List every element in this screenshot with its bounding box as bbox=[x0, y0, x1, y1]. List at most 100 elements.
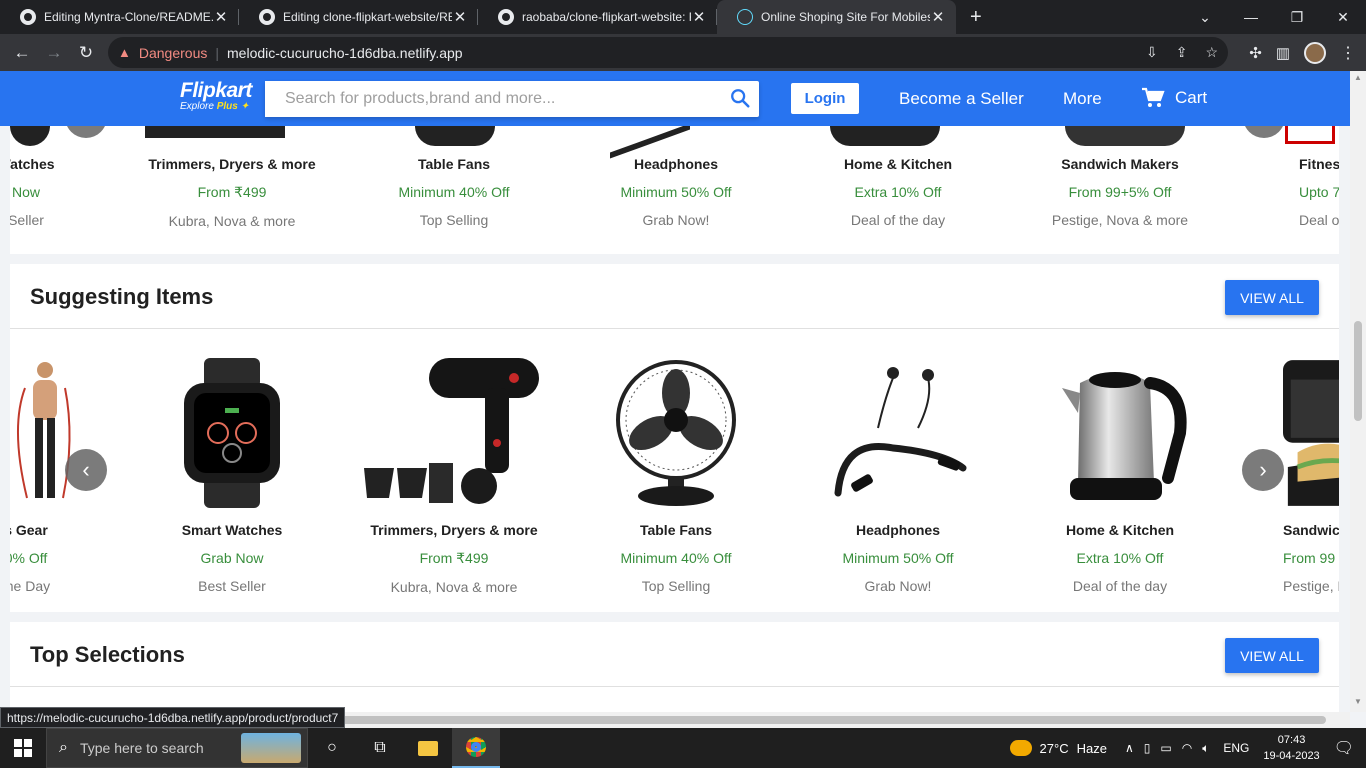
new-tab-button[interactable]: + bbox=[970, 6, 990, 29]
security-label[interactable]: Dangerous bbox=[139, 45, 208, 61]
product-name: Home & Kitchen bbox=[1065, 522, 1175, 538]
cortana-icon[interactable]: ○ bbox=[308, 728, 356, 768]
device-icon[interactable]: ▯ bbox=[1144, 741, 1151, 755]
product-image[interactable] bbox=[145, 126, 285, 138]
view-all-button[interactable]: VIEW ALL bbox=[1225, 280, 1319, 315]
back-button[interactable]: ← bbox=[6, 43, 38, 63]
search-input[interactable] bbox=[265, 81, 705, 117]
clock[interactable]: 07:43 19-04-2023 bbox=[1263, 732, 1319, 764]
product-card[interactable]: Table Fans Minimum 40% Off Top Selling bbox=[565, 348, 787, 594]
warning-icon[interactable]: ▲ bbox=[118, 45, 131, 60]
close-tab-icon[interactable]: ✕ bbox=[930, 8, 946, 26]
chrome-icon[interactable] bbox=[452, 728, 500, 768]
scroll-down-arrow-icon[interactable]: ▼ bbox=[1354, 697, 1362, 706]
product-offer: Extra 10% Off bbox=[1076, 550, 1164, 566]
product-image[interactable] bbox=[1283, 348, 1339, 508]
product-brand: Pestige, N bbox=[1283, 578, 1339, 594]
chevron-up-icon[interactable]: ∧ bbox=[1125, 741, 1134, 755]
vertical-scrollbar[interactable]: ▲ ▼ bbox=[1350, 71, 1366, 712]
tab-search-icon[interactable]: ⌄ bbox=[1182, 0, 1228, 34]
install-icon[interactable]: ⇩ bbox=[1146, 44, 1158, 61]
close-tab-icon[interactable]: ✕ bbox=[452, 8, 468, 26]
minimize-button[interactable]: — bbox=[1228, 0, 1274, 34]
close-tab-icon[interactable]: ✕ bbox=[691, 8, 707, 26]
volume-icon[interactable]: 🔈︎ bbox=[1202, 741, 1209, 756]
browser-tab-active[interactable]: Online Shoping Site For Mobiles, ✕ bbox=[717, 0, 956, 34]
browser-tab[interactable]: raobaba/clone-flipkart-website: F ✕ bbox=[478, 0, 717, 34]
search-icon[interactable] bbox=[729, 87, 751, 109]
table-fan-image bbox=[616, 360, 736, 506]
taskbar-search[interactable]: ⌕ Type here to search bbox=[46, 728, 308, 768]
file-explorer-icon[interactable] bbox=[404, 728, 452, 768]
more-menu[interactable]: More bbox=[1063, 89, 1102, 109]
product-offer: Minimum 50% Off bbox=[842, 550, 954, 566]
weather-widget[interactable]: 27°C Haze bbox=[1009, 740, 1107, 756]
product-name: Headphones bbox=[855, 522, 940, 538]
product-card[interactable]: Headphones Minimum 50% Off Grab Now! bbox=[787, 348, 1009, 594]
product-image[interactable] bbox=[121, 348, 343, 508]
product-image[interactable] bbox=[787, 348, 1009, 508]
side-panel-icon[interactable]: ▥ bbox=[1276, 44, 1290, 62]
battery-icon[interactable]: ▭ bbox=[1160, 741, 1171, 755]
carousel-prev-button[interactable]: ‹ bbox=[65, 449, 107, 491]
product-card[interactable]: Sandwich Makers From 99+5% Off Pestige, … bbox=[1009, 156, 1231, 228]
flipkart-logo[interactable]: Flipkart Explore Plus ✦ bbox=[180, 79, 252, 112]
product-card[interactable]: Watches Now Seller bbox=[10, 156, 137, 228]
bookmark-star-icon[interactable]: ☆ bbox=[1205, 44, 1218, 61]
product-image[interactable] bbox=[830, 126, 940, 146]
forward-button[interactable]: → bbox=[38, 43, 70, 63]
browser-tab[interactable]: Editing clone-flipkart-website/RE ✕ bbox=[239, 0, 478, 34]
product-card[interactable]: Home & Kitchen Extra 10% Off Deal of the… bbox=[787, 156, 1009, 228]
product-card[interactable]: Table Fans Minimum 40% Off Top Selling bbox=[343, 156, 565, 228]
product-image[interactable] bbox=[1065, 126, 1185, 146]
product-image[interactable] bbox=[343, 348, 565, 508]
product-name: Trimmers, Dryers & more bbox=[148, 156, 316, 172]
windows-start-button[interactable] bbox=[0, 728, 46, 768]
tab-title: Editing clone-flipkart-website/RE bbox=[283, 10, 452, 24]
page-viewport: Flipkart Explore Plus ✦ Login Become a S… bbox=[0, 71, 1350, 712]
menu-kebab-icon[interactable]: ⋮ bbox=[1340, 43, 1356, 63]
profile-avatar[interactable] bbox=[1304, 41, 1326, 64]
clock-date: 19-04-2023 bbox=[1263, 750, 1320, 762]
browser-tab[interactable]: Editing Myntra-Clone/README.m ✕ bbox=[0, 0, 239, 34]
product-card[interactable]: Fitnes Upto 7 Deal of bbox=[1231, 156, 1339, 228]
product-name: Table Fans bbox=[417, 156, 491, 172]
product-image[interactable] bbox=[415, 126, 495, 146]
reload-button[interactable]: ↻ bbox=[70, 43, 102, 63]
product-offer: From ₹499 bbox=[197, 184, 267, 200]
product-card[interactable]: Trimmers, Dryers & more From ₹499 Kubra,… bbox=[121, 156, 343, 229]
carousel-next-button[interactable]: › bbox=[1242, 449, 1284, 491]
section-title: Suggesting Items bbox=[30, 284, 214, 309]
wifi-icon[interactable]: ◠ bbox=[1182, 741, 1192, 755]
address-bar[interactable]: ▲ Dangerous | melodic-cucurucho-1d6dba.n… bbox=[108, 37, 1228, 68]
plus-star-icon: ✦ bbox=[240, 101, 249, 112]
product-card[interactable]: Home & Kitchen Extra 10% Off Deal of the… bbox=[1009, 348, 1231, 594]
extensions-icon[interactable]: ✣ bbox=[1249, 44, 1262, 62]
headphones-image bbox=[834, 367, 967, 497]
product-image[interactable] bbox=[565, 348, 787, 508]
login-button[interactable]: Login bbox=[791, 83, 859, 114]
product-image[interactable] bbox=[1285, 126, 1335, 144]
url-text[interactable]: melodic-cucurucho-1d6dba.netlify.app bbox=[227, 45, 463, 61]
scrollbar-thumb[interactable] bbox=[1354, 321, 1362, 421]
tab-title: Editing Myntra-Clone/README.m bbox=[44, 10, 213, 24]
restore-button[interactable]: ❐ bbox=[1274, 0, 1320, 34]
product-card[interactable]: Headphones Minimum 50% Off Grab Now! bbox=[565, 156, 787, 228]
notifications-icon[interactable]: 🗨︎ bbox=[1334, 738, 1354, 758]
suggesting-items-section: Suggesting Items VIEW ALL ‹ › s Gear 0% … bbox=[10, 264, 1339, 612]
product-card[interactable]: Trimmers, Dryers & more From ₹499 Kubra,… bbox=[343, 348, 565, 595]
scroll-up-arrow-icon[interactable]: ▲ bbox=[1354, 73, 1362, 82]
cart-link[interactable]: Cart bbox=[1141, 87, 1207, 109]
close-tab-icon[interactable]: ✕ bbox=[213, 8, 229, 26]
search-bar bbox=[265, 81, 759, 117]
task-view-icon[interactable]: ⧉ bbox=[356, 728, 404, 768]
product-image[interactable] bbox=[1009, 348, 1231, 508]
view-all-button[interactable]: VIEW ALL bbox=[1225, 638, 1319, 673]
product-card[interactable]: Smart Watches Grab Now Best Seller bbox=[121, 348, 343, 594]
system-tray: 27°C Haze ∧ ▯ ▭ ◠ 🔈︎ ENG 07:43 19-04-202… bbox=[1009, 728, 1366, 768]
share-icon[interactable]: ⇪ bbox=[1176, 44, 1188, 61]
product-image[interactable] bbox=[10, 126, 50, 146]
language-indicator[interactable]: ENG bbox=[1223, 741, 1249, 755]
become-seller-link[interactable]: Become a Seller bbox=[899, 89, 1024, 109]
close-window-button[interactable]: ✕ bbox=[1320, 0, 1366, 34]
